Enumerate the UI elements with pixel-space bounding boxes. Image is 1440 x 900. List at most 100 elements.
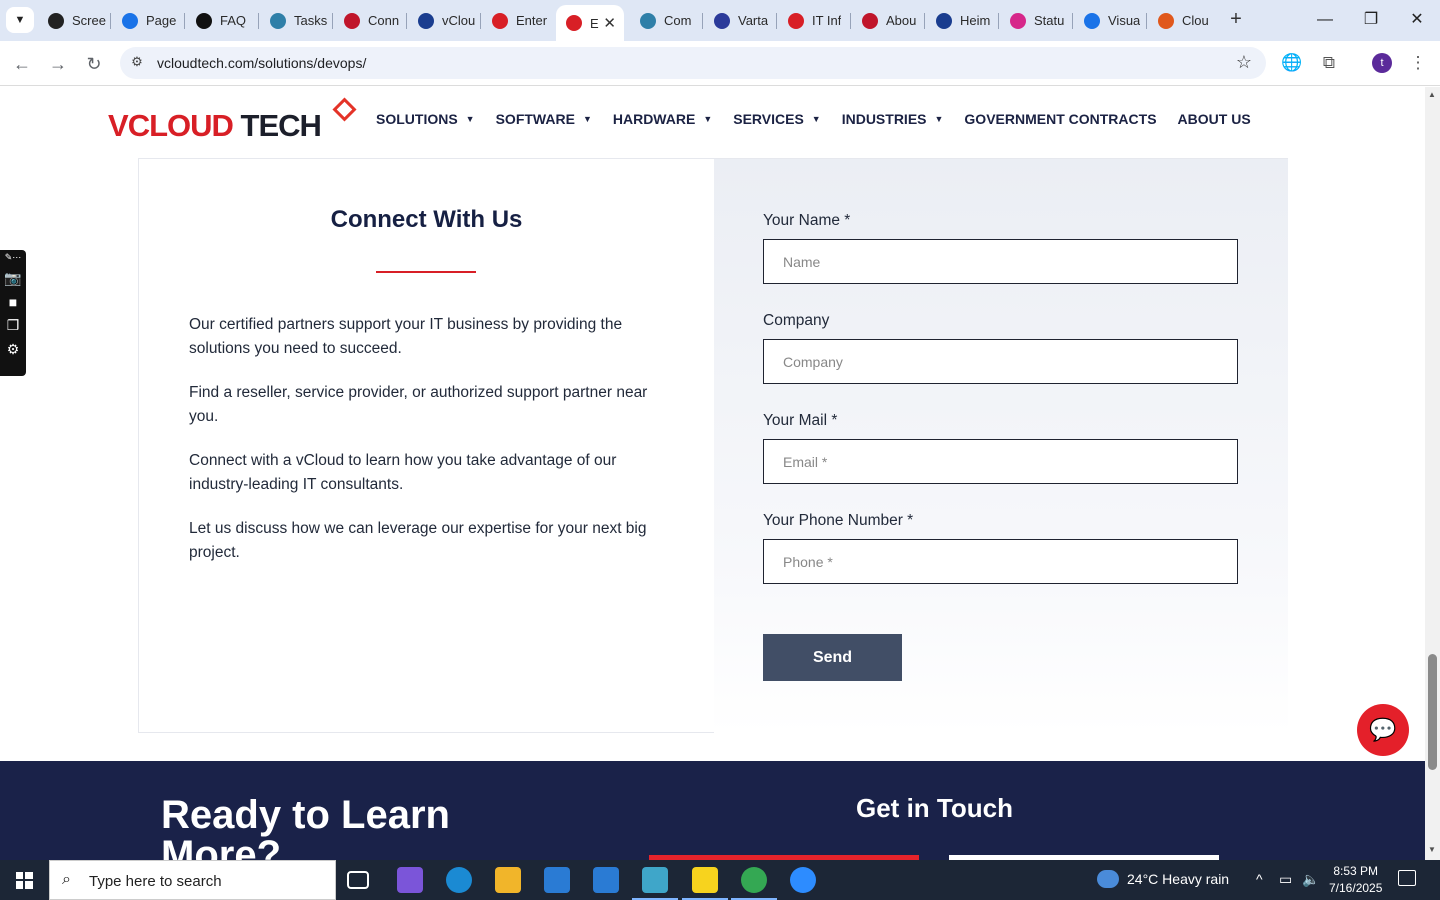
nav-item-industries[interactable]: INDUSTRIES ▼ [842, 111, 944, 127]
phone-label: Your Phone Number * [763, 512, 914, 529]
tab-title: vClou [442, 13, 476, 28]
mail-icon[interactable] [593, 867, 619, 893]
taskbar-search[interactable]: ⌕ Type here to search [49, 860, 336, 900]
browser-tab[interactable]: Varta [704, 7, 774, 34]
menu-icon[interactable]: ⋮ [1407, 53, 1429, 75]
tab-favicon-icon [418, 12, 434, 29]
tab-favicon-icon [862, 12, 878, 29]
tab-favicon-icon [566, 15, 582, 31]
camera-icon[interactable]: 📷 [4, 270, 21, 287]
company-label: Company [763, 312, 830, 329]
gear-icon[interactable]: ⚙ [7, 341, 20, 358]
restore-button[interactable]: ❐ [1356, 6, 1386, 34]
tab-separator [406, 13, 407, 29]
mail-label: Your Mail * [763, 412, 838, 429]
tab-title: Page [146, 13, 177, 28]
copilot-icon[interactable] [397, 867, 423, 893]
browser-tab[interactable]: vClou [408, 7, 478, 34]
browser-tab[interactable]: Abou [852, 7, 922, 34]
browser-tab[interactable]: FAQ [186, 7, 256, 34]
site-info-icon[interactable]: ⚙ [128, 54, 146, 72]
tab-separator [776, 13, 777, 29]
browser-tab[interactable]: Statu [1000, 7, 1070, 34]
network-icon[interactable]: ▭ [1279, 871, 1292, 888]
minimize-button[interactable]: — [1310, 6, 1340, 34]
browser-tab[interactable]: Scree [38, 7, 108, 34]
nav-item-software[interactable]: SOFTWARE ▼ [496, 111, 592, 127]
scroll-thumb[interactable] [1428, 654, 1437, 770]
close-window-button[interactable]: ✕ [1402, 6, 1432, 34]
vcloud-tech-logo[interactable]: VCLOUD TECH [108, 97, 358, 144]
windows-icon [15, 871, 33, 889]
email-field[interactable] [763, 439, 1238, 484]
volume-icon[interactable]: 🔈 [1302, 871, 1319, 888]
browser-tab[interactable]: Heim [926, 7, 996, 34]
connect-paragraph: Our certified partners support your IT b… [189, 316, 623, 357]
browser-tab[interactable]: Com [630, 7, 700, 34]
tab-favicon-icon [196, 12, 212, 29]
edge-icon[interactable] [446, 867, 472, 893]
company-field[interactable] [763, 339, 1238, 384]
tab-favicon-icon [1158, 12, 1174, 29]
nav-item-solutions[interactable]: SOLUTIONS ▼ [376, 111, 475, 127]
browser-tab[interactable]: Tasks [260, 7, 330, 34]
close-tab-icon[interactable]: ✕ [603, 14, 616, 32]
scroll-up-icon[interactable]: ▲ [1428, 90, 1436, 99]
new-tab-button[interactable]: + [1225, 9, 1247, 31]
search-icon: ⌕ [62, 871, 71, 888]
tab-separator [924, 13, 925, 29]
nav-item-services[interactable]: SERVICES ▼ [733, 111, 820, 127]
browser-tab[interactable]: IT Inf [778, 7, 848, 34]
weather-text: 24°C Heavy rain [1127, 871, 1230, 887]
nav-item-hardware[interactable]: HARDWARE ▼ [613, 111, 712, 127]
scroll-down-icon[interactable]: ▼ [1428, 845, 1436, 854]
title-divider [376, 271, 476, 273]
browser-tab[interactable]: Enter [482, 7, 552, 34]
reload-button[interactable]: ↻ [81, 51, 107, 77]
chevron-down-icon: ▼ [14, 14, 26, 26]
browser-tab[interactable]: Visua [1074, 7, 1144, 34]
video-icon[interactable]: ■ [9, 294, 17, 310]
browser-tab[interactable]: Conn [334, 7, 404, 34]
send-button[interactable]: Send [763, 634, 902, 681]
clock[interactable]: 8:53 PM 7/16/2025 [1329, 863, 1382, 897]
nav-item-label: ABOUT US [1177, 111, 1251, 127]
tab-title: IT Inf [812, 13, 842, 28]
back-button[interactable]: ← [9, 51, 35, 77]
pin-icon[interactable]: ✎⋯ [5, 252, 22, 263]
sticky-notes-icon[interactable] [682, 867, 728, 900]
start-button[interactable] [0, 860, 48, 900]
browser-tab[interactable]: Page [112, 7, 182, 34]
zoom-icon[interactable] [790, 867, 816, 893]
tab-favicon-icon [1010, 12, 1026, 29]
profile-avatar[interactable]: t [1372, 53, 1392, 73]
nav-item-about-us[interactable]: ABOUT US [1178, 111, 1251, 127]
page-scrollbar[interactable]: ▲ ▼ [1425, 87, 1440, 860]
notification-icon[interactable] [1398, 870, 1416, 886]
chat-button[interactable]: 💬 [1357, 704, 1409, 756]
address-bar[interactable]: ⚙ vcloudtech.com/solutions/devops/ ☆ [120, 47, 1266, 79]
url-text[interactable]: vcloudtech.com/solutions/devops/ [157, 55, 366, 71]
translate-icon[interactable]: 🌐 [1281, 53, 1303, 75]
tab-search-button[interactable]: ▼ [6, 7, 34, 33]
forward-button[interactable]: → [45, 51, 71, 77]
window-icon[interactable]: ❐ [7, 317, 20, 334]
browser-tab-active[interactable]: E ✕ [556, 5, 624, 41]
bookmark-star-icon[interactable]: ☆ [1236, 52, 1252, 73]
tab-title: Tasks [294, 13, 328, 28]
chrome-icon[interactable] [731, 867, 777, 900]
store-icon[interactable] [544, 867, 570, 893]
weather-widget[interactable]: 24°C Heavy rain [1097, 870, 1229, 888]
extensions-icon[interactable]: ⧉ [1318, 53, 1340, 75]
browser-tab[interactable]: Clou [1148, 7, 1218, 34]
tab-title: Conn [368, 13, 400, 28]
tab-separator [998, 13, 999, 29]
nav-item-government-contracts[interactable]: GOVERNMENT CONTRACTS [964, 111, 1156, 127]
vscode-like-icon[interactable] [632, 867, 678, 900]
logo-text: VCLOUD TECH [108, 108, 322, 143]
chevron-up-icon[interactable]: ^ [1256, 871, 1263, 887]
task-view-icon[interactable] [347, 871, 369, 889]
file-explorer-icon[interactable] [495, 867, 521, 893]
phone-field[interactable] [763, 539, 1238, 584]
name-field[interactable] [763, 239, 1238, 284]
